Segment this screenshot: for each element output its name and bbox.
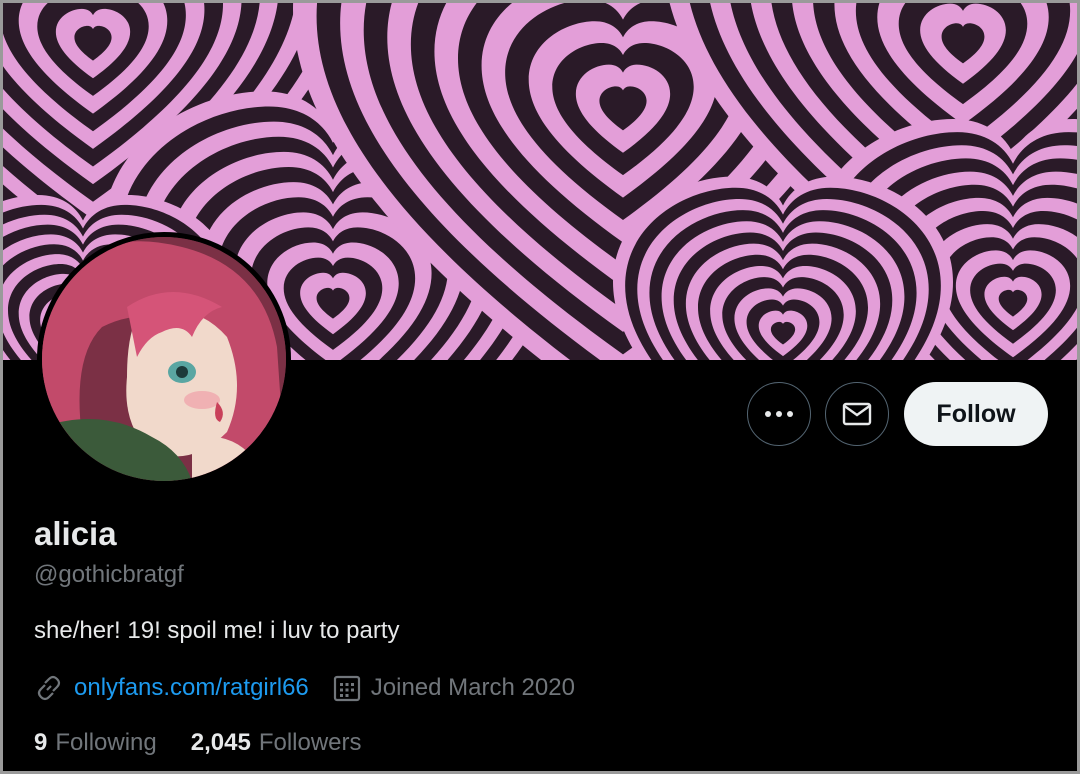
display-name: alicia [34, 515, 117, 552]
profile-frame: Follow alicia @gothicbratgf she/her! 19!… [0, 0, 1080, 774]
profile-website-link[interactable]: onlyfans.com/ratgirl66 [74, 674, 309, 702]
follow-button[interactable]: Follow [904, 382, 1048, 446]
mail-icon [842, 402, 872, 426]
profile-meta: onlyfans.com/ratgirl66 Joined March 2020 [34, 673, 575, 703]
follow-stats: 9 Following 2,045 Followers [34, 729, 396, 757]
following-label: Following [55, 729, 157, 756]
following-count: 9 [34, 729, 48, 756]
profile-bio: she/her! 19! spoil me! i luv to party [34, 617, 400, 644]
message-button[interactable] [825, 382, 889, 446]
link-icon [34, 673, 64, 703]
calendar-icon [333, 674, 361, 702]
joined-date: Joined March 2020 [370, 674, 575, 701]
following-link[interactable]: 9 Following [34, 729, 157, 757]
more-options-button[interactable] [747, 382, 811, 446]
followers-label: Followers [258, 729, 362, 756]
user-handle: @gothicbratgf [34, 561, 184, 588]
profile-avatar[interactable] [37, 232, 291, 486]
followers-count: 2,045 [190, 729, 251, 756]
followers-link[interactable]: 2,045 Followers [191, 729, 362, 757]
more-horizontal-icon [765, 411, 793, 417]
